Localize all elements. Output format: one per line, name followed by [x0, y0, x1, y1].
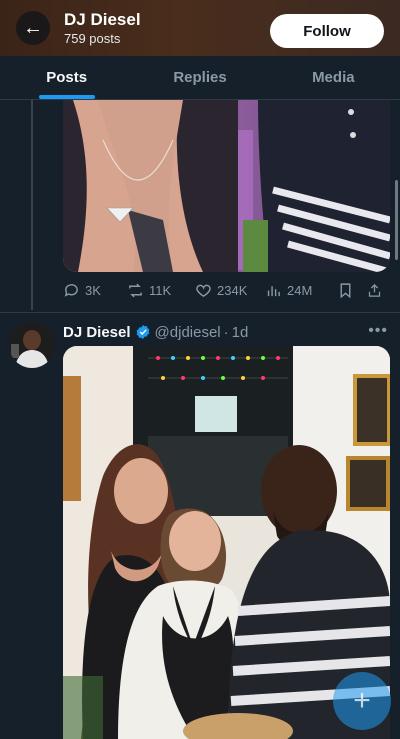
- tweet-header: DJ Diesel @djdiesel · 1d: [63, 322, 248, 342]
- thread-line: [31, 100, 33, 310]
- profile-header: ← DJ Diesel 759 posts Follow: [0, 0, 400, 56]
- repost-count: 11K: [149, 282, 172, 298]
- tab-posts[interactable]: Posts: [0, 56, 133, 99]
- header-post-count: 759 posts: [64, 31, 121, 46]
- scrollbar[interactable]: [395, 180, 398, 260]
- like-action[interactable]: 234K: [195, 282, 265, 299]
- header-name: DJ Diesel: [64, 10, 141, 29]
- arrow-left-icon: ←: [23, 17, 43, 39]
- more-options-button[interactable]: •••: [368, 322, 388, 340]
- bookmark-icon: [340, 282, 351, 298]
- reply-icon: [64, 283, 78, 297]
- tweet-actions: 3K 11K 234K 24M: [63, 278, 393, 302]
- tweet-author-name[interactable]: DJ Diesel: [63, 324, 131, 341]
- follow-button[interactable]: Follow: [270, 14, 384, 48]
- share-icon: [368, 283, 381, 297]
- views-action[interactable]: 24M: [265, 282, 337, 299]
- repost-action[interactable]: 11K: [127, 282, 195, 299]
- header-title-block: DJ Diesel 759 posts: [64, 10, 141, 46]
- tweet-separator: ·: [223, 323, 229, 341]
- reply-action[interactable]: 3K: [63, 282, 127, 299]
- heart-icon: [196, 284, 211, 297]
- bookmark-button[interactable]: [337, 282, 367, 299]
- tweet-timestamp[interactable]: 1d: [232, 324, 249, 341]
- reply-count: 3K: [85, 282, 101, 298]
- verified-badge-icon: [136, 325, 149, 339]
- tab-replies[interactable]: Replies: [133, 56, 266, 99]
- profile-tabs: Posts Replies Media: [0, 56, 400, 100]
- avatar[interactable]: [9, 322, 55, 368]
- views-chart-icon: [267, 285, 280, 296]
- like-count: 234K: [217, 282, 248, 298]
- more-horizontal-icon: •••: [368, 322, 388, 339]
- plus-icon: +: [353, 684, 371, 717]
- back-button[interactable]: ←: [16, 11, 50, 45]
- share-button[interactable]: [367, 282, 387, 299]
- compose-button[interactable]: +: [333, 672, 391, 730]
- tab-media[interactable]: Media: [267, 56, 400, 99]
- views-count: 24M: [287, 282, 313, 298]
- tweet-photo[interactable]: [63, 100, 390, 272]
- repost-icon: [129, 283, 142, 297]
- tweet-author-handle[interactable]: @djdiesel: [155, 324, 221, 341]
- tweet-divider: [0, 312, 400, 313]
